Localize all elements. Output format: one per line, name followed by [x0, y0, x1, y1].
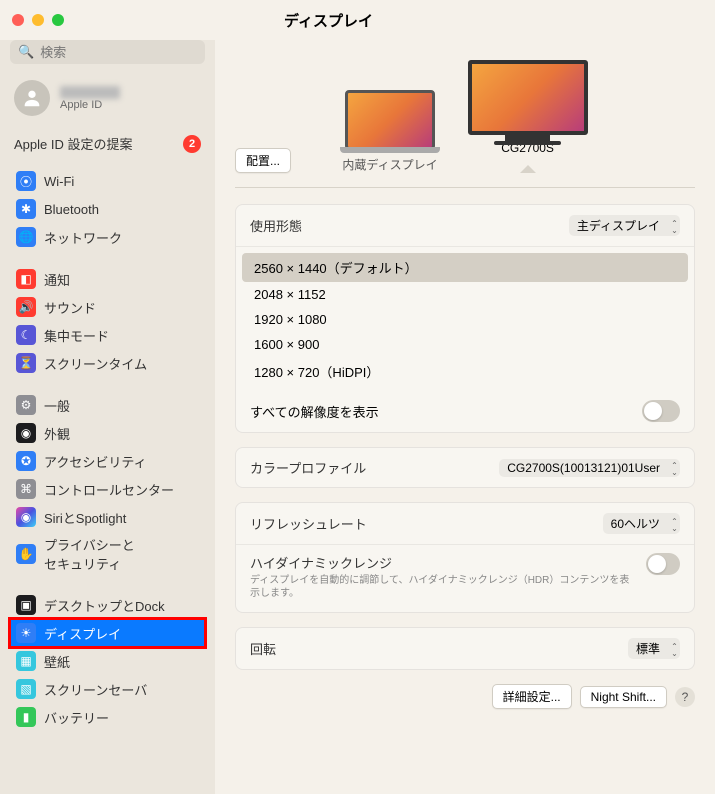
night-shift-button[interactable]: Night Shift... — [580, 686, 667, 708]
accessibility-icon: ✪ — [16, 451, 36, 471]
resolution-option[interactable]: 2560 × 1440（デフォルト） — [242, 253, 688, 282]
minimize-window-button[interactable] — [32, 14, 44, 26]
sidebar-item-wallpaper[interactable]: ▦壁紙 — [10, 647, 205, 675]
show-all-label: すべての解像度を表示 — [250, 402, 379, 421]
refresh-rate-label: リフレッシュレート — [250, 514, 367, 533]
hourglass-icon: ⏳ — [16, 353, 36, 373]
network-icon: 🌐 — [16, 227, 36, 247]
wifi-icon: ⦿ — [16, 171, 36, 191]
speaker-icon: 🔊 — [16, 297, 36, 317]
advanced-settings-button[interactable]: 詳細設定... — [492, 684, 572, 709]
resolution-option[interactable]: 1280 × 720（HiDPI） — [242, 357, 688, 386]
rotation-select[interactable]: 標準 — [628, 638, 680, 659]
sidebar-item-siri[interactable]: ◉SiriとSpotlight — [10, 503, 205, 531]
resolution-option[interactable]: 1920 × 1080 — [242, 307, 688, 332]
gear-icon: ⚙ — [16, 395, 36, 415]
usage-select[interactable]: 主ディスプレイ — [569, 215, 680, 236]
sidebar-item-screentime[interactable]: ⏳スクリーンタイム — [10, 349, 205, 377]
sidebar-item-notifications[interactable]: ◧通知 — [10, 265, 205, 293]
content-area: 配置... 内蔵ディスプレイ CG2700S 使用形態 主ディスプレイ 2560… — [215, 40, 715, 794]
suggestion-badge: 2 — [183, 135, 201, 153]
screensaver-icon: ▧ — [16, 679, 36, 699]
color-profile-label: カラープロファイル — [250, 458, 366, 477]
siri-icon: ◉ — [16, 507, 36, 527]
avatar — [14, 80, 50, 116]
search-field[interactable] — [40, 45, 215, 60]
sidebar-item-accessibility[interactable]: ✪アクセシビリティ — [10, 447, 205, 475]
sliders-icon: ⌘ — [16, 479, 36, 499]
sidebar-item-privacy[interactable]: ✋プライバシーと セキュリティ — [10, 531, 205, 577]
laptop-screen-icon — [345, 90, 435, 150]
divider — [235, 187, 695, 188]
suggestion-label: Apple ID 設定の提案 — [14, 134, 132, 153]
display-option-internal[interactable]: 内蔵ディスプレイ — [342, 90, 437, 173]
sidebar-item-focus[interactable]: ☾集中モード — [10, 321, 205, 349]
search-input[interactable]: 🔍 — [10, 40, 205, 64]
sidebar-item-general[interactable]: ⚙一般 — [10, 391, 205, 419]
sidebar-item-bluetooth[interactable]: ✱Bluetooth — [10, 195, 205, 223]
wallpaper-icon: ▦ — [16, 651, 36, 671]
window-controls[interactable] — [12, 14, 64, 26]
monitor-screen-icon — [468, 60, 588, 135]
resolution-list: 2560 × 1440（デフォルト） 2048 × 1152 1920 × 10… — [236, 247, 694, 392]
sidebar-item-wifi[interactable]: ⦿Wi-Fi — [10, 167, 205, 195]
internal-display-label: 内蔵ディスプレイ — [342, 156, 437, 173]
sidebar-item-appearance[interactable]: ◉外観 — [10, 419, 205, 447]
bluetooth-icon: ✱ — [16, 199, 36, 219]
resolution-option[interactable]: 1600 × 900 — [242, 332, 688, 357]
sidebar-item-battery[interactable]: ▮バッテリー — [10, 703, 205, 731]
refresh-rate-select[interactable]: 60ヘルツ — [603, 513, 680, 534]
hand-icon: ✋ — [16, 544, 36, 564]
dock-icon: ▣ — [16, 595, 36, 615]
show-all-toggle[interactable] — [642, 400, 680, 422]
hdr-label: ハイダイナミックレンジ — [250, 553, 634, 572]
sidebar-item-control-center[interactable]: ⌘コントロールセンター — [10, 475, 205, 503]
arrange-button[interactable]: 配置... — [235, 148, 291, 173]
appearance-icon: ◉ — [16, 423, 36, 443]
color-profile-select[interactable]: CG2700S(10013121)01User — [499, 459, 680, 477]
bell-icon: ◧ — [16, 269, 36, 289]
help-button[interactable]: ? — [675, 687, 695, 707]
page-title: ディスプレイ — [284, 10, 373, 31]
rotation-label: 回転 — [250, 639, 276, 658]
apple-id-suggestions[interactable]: Apple ID 設定の提案 2 — [10, 128, 205, 167]
resolution-option[interactable]: 2048 × 1152 — [242, 282, 688, 307]
sidebar-item-sound[interactable]: 🔊サウンド — [10, 293, 205, 321]
sidebar-item-network[interactable]: 🌐ネットワーク — [10, 223, 205, 251]
maximize-window-button[interactable] — [52, 14, 64, 26]
usage-label: 使用形態 — [250, 216, 302, 235]
search-icon: 🔍 — [18, 44, 34, 60]
battery-icon: ▮ — [16, 707, 36, 727]
moon-icon: ☾ — [16, 325, 36, 345]
account-name — [60, 86, 120, 99]
display-option-external[interactable]: CG2700S — [468, 60, 588, 173]
sidebar-item-screensaver[interactable]: ▧スクリーンセーバ — [10, 675, 205, 703]
sidebar-item-desktop-dock[interactable]: ▣デスクトップとDock — [10, 591, 205, 619]
hdr-toggle[interactable] — [646, 553, 680, 575]
account-sub: Apple ID — [60, 99, 120, 111]
close-window-button[interactable] — [12, 14, 24, 26]
apple-id-account[interactable]: Apple ID — [10, 76, 205, 128]
hdr-description: ディスプレイを自動的に調節して、ハイダイナミックレンジ（HDR）コンテンツを表示… — [250, 574, 634, 600]
sidebar: 🔍 Apple ID Apple ID 設定の提案 2 ⦿Wi-Fi ✱Blue… — [0, 40, 215, 794]
brightness-icon: ☀ — [16, 623, 36, 643]
sidebar-item-displays[interactable]: ☀ディスプレイ — [10, 619, 205, 647]
